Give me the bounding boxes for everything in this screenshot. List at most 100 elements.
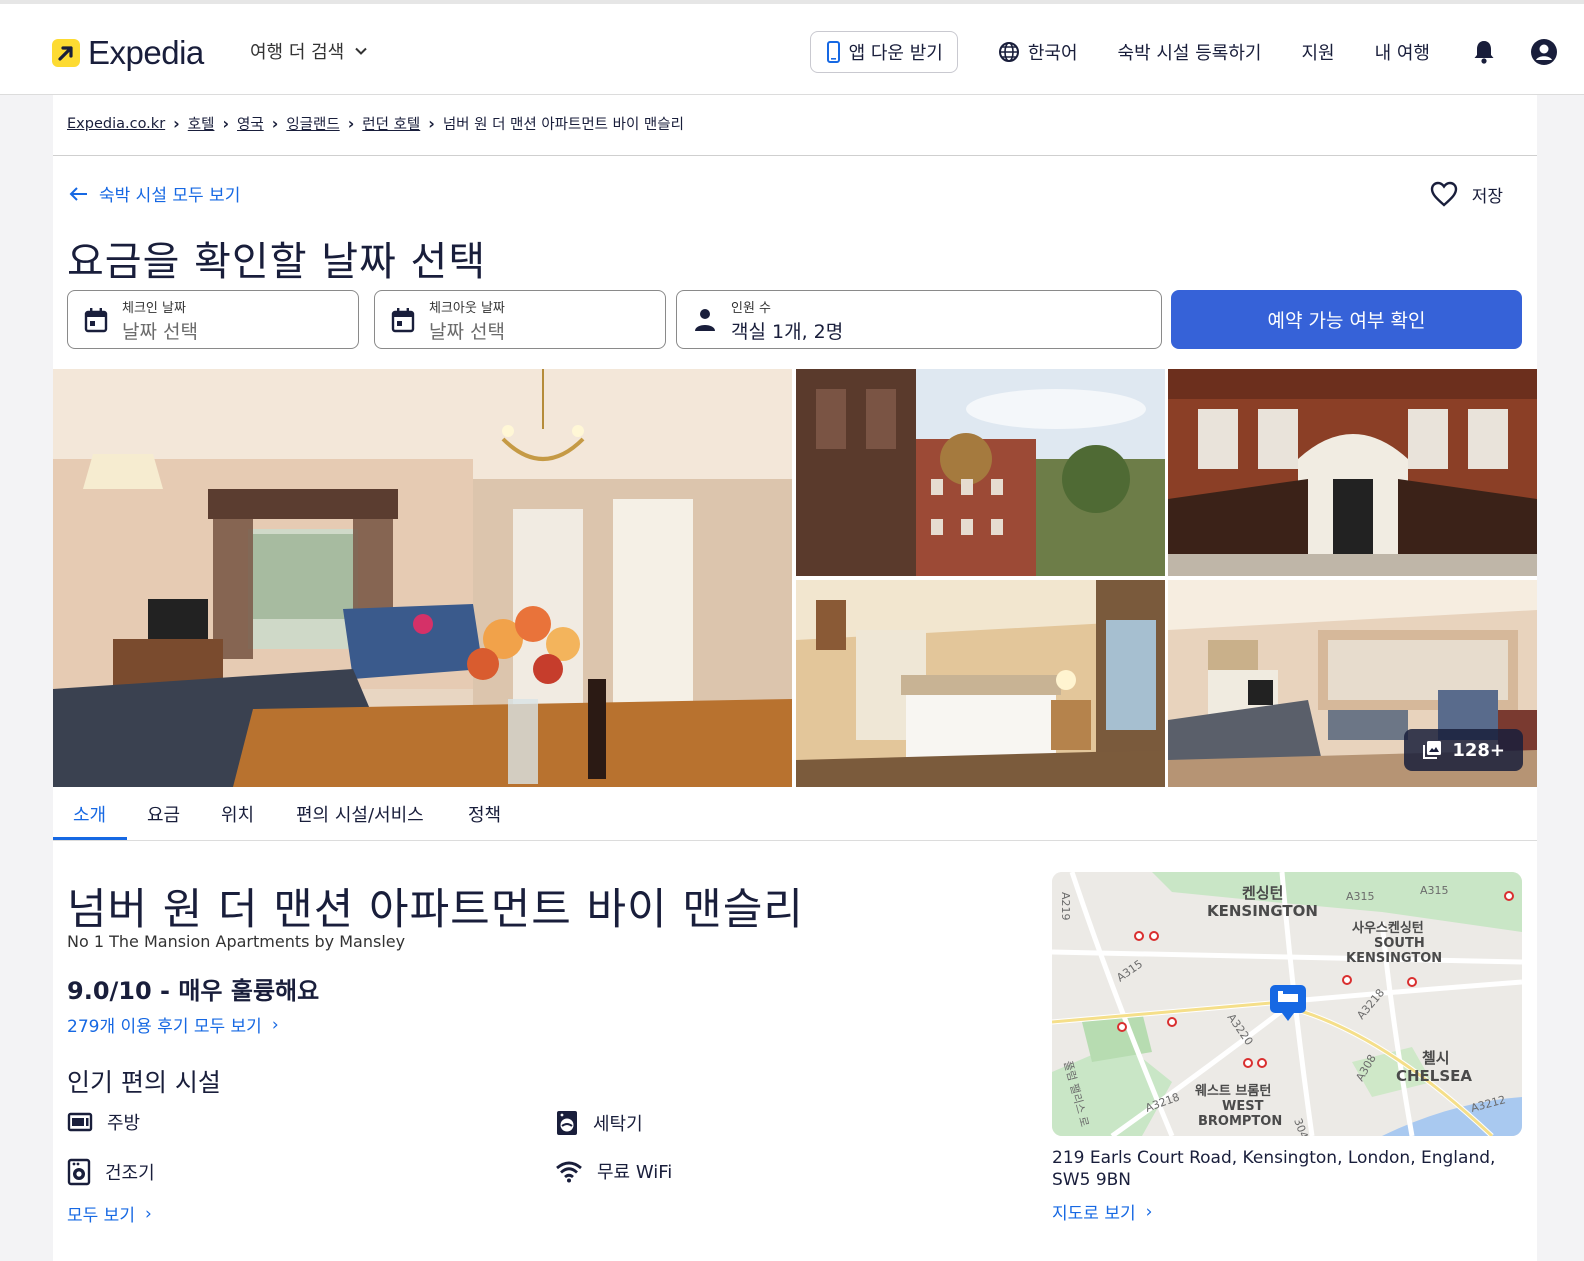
person-icon — [695, 309, 715, 331]
language-selector[interactable]: 한국어 — [998, 39, 1078, 65]
map-road-label: A315 — [1346, 890, 1375, 903]
app-download-label: 앱 다운 받기 — [848, 43, 943, 64]
checkout-value: 날짜 선택 — [429, 321, 505, 343]
chevron-down-icon — [355, 47, 367, 55]
language-label: 한국어 — [1027, 43, 1078, 64]
view-on-map-link[interactable]: 지도로 보기 › — [1052, 1199, 1153, 1225]
photo-gallery: 128+ — [53, 369, 1537, 787]
breadcrumb-link-home[interactable]: Expedia.co.kr — [67, 116, 165, 132]
reviews-link-label: 279개 이용 후기 모두 보기 — [67, 1017, 262, 1037]
see-all-label: 모두 보기 — [67, 1206, 135, 1226]
chevron-right-icon: › — [271, 114, 279, 133]
date-select-heading: 요금을 확인할 날짜 선택 — [67, 239, 487, 285]
tab-location[interactable]: 위치 — [221, 801, 254, 827]
photo-count: 128+ — [1452, 739, 1505, 761]
map-label-south-kensington-en-1: SOUTH — [1374, 936, 1425, 951]
checkin-value: 날짜 선택 — [122, 321, 198, 343]
chevron-right-icon: › — [144, 1203, 152, 1224]
save-button[interactable]: 저장 — [1430, 181, 1503, 207]
chevron-right-icon: › — [1145, 1201, 1153, 1222]
location-map[interactable]: 켄싱턴 KENSINGTON 사우스켄싱턴 SOUTH KENSINGTON 첼… — [1052, 872, 1522, 1136]
amenity-washer: 세탁기 — [555, 1109, 643, 1137]
checkout-label: 체크아웃 날짜 — [429, 301, 505, 316]
amenity-label: 세탁기 — [593, 1114, 643, 1135]
tab-overview[interactable]: 소개 — [73, 801, 106, 827]
breadcrumb: Expedia.co.kr › 호텔 › 영국 › 잉글랜드 › 런던 호텔 ›… — [67, 113, 684, 134]
my-trips-link[interactable]: 내 여행 — [1375, 39, 1430, 65]
guests-value: 객실 1개, 2명 — [731, 321, 844, 343]
search-more-label: 여행 더 검색 — [250, 42, 345, 63]
tab-amenities[interactable]: 편의 시설/서비스 — [296, 801, 424, 827]
property-page: Expedia.co.kr › 호텔 › 영국 › 잉글랜드 › 런던 호텔 ›… — [53, 95, 1537, 1261]
photo-lounge[interactable]: 128+ — [1168, 580, 1537, 787]
breadcrumb-link-hotels[interactable]: 호텔 — [188, 113, 215, 134]
amenity-kitchen: 주방 — [67, 1109, 140, 1135]
check-availability-button[interactable]: 예약 가능 여부 확인 — [1171, 290, 1522, 349]
globe-icon — [998, 42, 1019, 62]
map-label-west-brompton-en-2: BROMPTON — [1198, 1114, 1282, 1129]
photo-building-entrance[interactable] — [1168, 369, 1537, 576]
washer-icon — [557, 1111, 577, 1135]
dryer-icon — [67, 1158, 91, 1186]
map-label-west-brompton-ko: 웨스트 브롬턴 — [1195, 1083, 1271, 1099]
app-download-button[interactable]: 앱 다운 받기 — [809, 31, 958, 73]
all-reviews-link[interactable]: 279개 이용 후기 모두 보기 › — [67, 1012, 279, 1038]
property-address: 219 Earls Court Road, Kensington, London… — [1052, 1148, 1496, 1190]
tab-policies[interactable]: 정책 — [468, 801, 501, 827]
amenity-label: 주방 — [107, 1113, 141, 1134]
account-icon[interactable] — [1530, 38, 1558, 66]
map-label-chelsea-ko: 첼시 — [1422, 1049, 1450, 1067]
photo-living-dining-room[interactable] — [53, 369, 792, 787]
kitchen-icon — [67, 1112, 93, 1132]
chevron-right-icon: › — [428, 114, 435, 133]
breadcrumb-link-england[interactable]: 잉글랜드 — [286, 113, 339, 134]
guests-field[interactable]: 인원 수 객실 1개, 2명 — [676, 290, 1162, 349]
breadcrumb-link-uk[interactable]: 영국 — [237, 113, 264, 134]
notification-bell-icon[interactable] — [1472, 39, 1496, 65]
list-property-link[interactable]: 숙박 시설 등록하기 — [1118, 39, 1262, 65]
guests-label: 인원 수 — [731, 301, 772, 316]
amenity-wifi: 무료 WiFi — [555, 1158, 672, 1184]
map-label-west-brompton-en-1: WEST — [1222, 1099, 1264, 1114]
map-label-chelsea-en: CHELSEA — [1396, 1067, 1472, 1085]
view-map-label: 지도로 보기 — [1052, 1204, 1136, 1224]
map-label-kensington-en: KENSINGTON — [1207, 902, 1318, 920]
divider — [53, 155, 1537, 156]
amenity-label: 건조기 — [105, 1163, 155, 1184]
heart-icon — [1430, 181, 1457, 207]
photo-street-view[interactable] — [796, 369, 1165, 576]
see-all-amenities-link[interactable]: 모두 보기 › — [67, 1201, 152, 1227]
map-label-south-kensington-ko: 사우스켄싱턴 — [1352, 920, 1424, 936]
back-link-label: 숙박 시설 모두 보기 — [99, 186, 241, 206]
breadcrumb-link-london[interactable]: 런던 호텔 — [362, 113, 420, 134]
chevron-right-icon: › — [271, 1014, 279, 1035]
calendar-icon — [84, 308, 108, 333]
hotel-name: 넘버 원 더 맨션 아파트먼트 바이 맨슬리 — [67, 885, 804, 935]
back-to-all-properties-link[interactable]: 숙박 시설 모두 보기 — [69, 181, 240, 206]
arrow-left-icon — [69, 186, 87, 201]
search-more-menu[interactable]: 여행 더 검색 — [250, 38, 368, 64]
wifi-icon — [556, 1161, 582, 1183]
expedia-logo[interactable]: Expedia — [52, 34, 204, 72]
map-label-south-kensington-en-2: KENSINGTON — [1346, 951, 1442, 966]
photo-bedroom[interactable] — [796, 580, 1165, 787]
calendar-icon — [391, 308, 415, 333]
breadcrumb-current: 넘버 원 더 맨션 아파트먼트 바이 맨슬리 — [442, 117, 684, 133]
hotel-name-english: No 1 The Mansion Apartments by Mansley — [67, 932, 406, 951]
map-road-label: A219 — [1059, 892, 1072, 921]
chevron-right-icon: › — [173, 114, 180, 133]
guest-rating: 9.0/10 - 매우 훌륭해요 — [67, 977, 320, 1005]
checkout-date-field[interactable]: 체크아웃 날짜 날짜 선택 — [374, 290, 666, 349]
view-all-photos-button[interactable]: 128+ — [1404, 729, 1523, 771]
support-link[interactable]: 지원 — [1301, 39, 1334, 65]
logo-mark-icon — [52, 39, 80, 67]
tab-rates[interactable]: 요금 — [147, 801, 180, 827]
popular-amenities-title: 인기 편의 시설 — [67, 1068, 221, 1097]
checkin-date-field[interactable]: 체크인 날짜 날짜 선택 — [67, 290, 359, 349]
active-tab-indicator — [53, 837, 127, 840]
chevron-right-icon: › — [347, 114, 355, 133]
map-label-kensington-ko: 켄싱턴 — [1242, 884, 1283, 902]
amenity-dryer: 건조기 — [67, 1158, 155, 1186]
checkin-label: 체크인 날짜 — [122, 301, 186, 316]
amenity-label: 무료 WiFi — [597, 1162, 673, 1183]
